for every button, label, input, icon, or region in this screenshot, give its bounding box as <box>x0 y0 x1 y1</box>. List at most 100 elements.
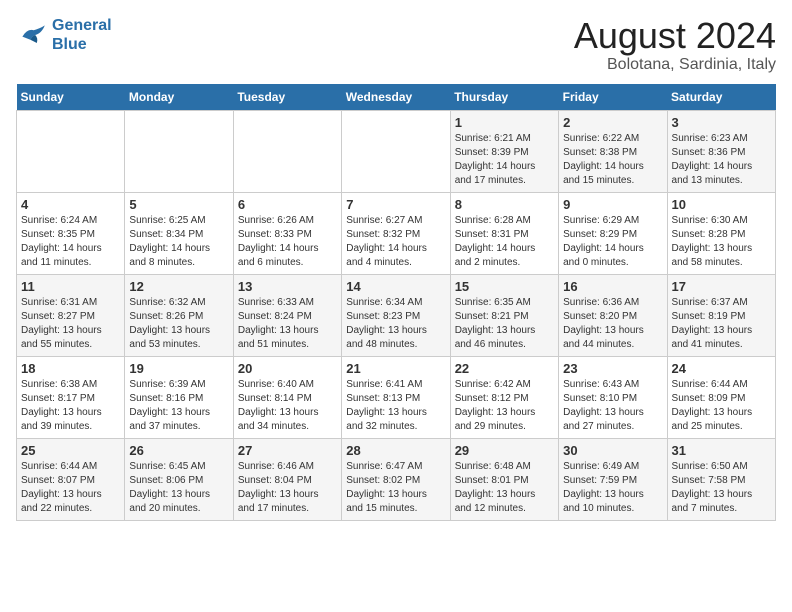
day-info: Sunrise: 6:46 AM Sunset: 8:04 PM Dayligh… <box>238 460 337 516</box>
logo: General Blue <box>16 16 112 54</box>
day-info: Sunrise: 6:27 AM Sunset: 8:32 PM Dayligh… <box>346 214 445 270</box>
calendar-day-cell: 11 Sunrise: 6:31 AM Sunset: 8:27 PM Dayli… <box>17 274 125 356</box>
calendar-day-cell: 15 Sunrise: 6:35 AM Sunset: 8:21 PM Dayli… <box>450 274 558 356</box>
day-info: Sunrise: 6:36 AM Sunset: 8:20 PM Dayligh… <box>563 296 662 352</box>
day-number: 21 <box>346 361 445 376</box>
calendar-week-row: 18 Sunrise: 6:38 AM Sunset: 8:17 PM Dayli… <box>17 356 776 438</box>
day-info: Sunrise: 6:35 AM Sunset: 8:21 PM Dayligh… <box>455 296 554 352</box>
day-number: 5 <box>129 197 228 212</box>
calendar-day-cell: 4 Sunrise: 6:24 AM Sunset: 8:35 PM Daylig… <box>17 192 125 274</box>
calendar-day-cell: 16 Sunrise: 6:36 AM Sunset: 8:20 PM Dayli… <box>559 274 667 356</box>
day-info: Sunrise: 6:42 AM Sunset: 8:12 PM Dayligh… <box>455 378 554 434</box>
weekday-header-cell: Friday <box>559 84 667 111</box>
day-number: 20 <box>238 361 337 376</box>
day-info: Sunrise: 6:31 AM Sunset: 8:27 PM Dayligh… <box>21 296 120 352</box>
day-number: 22 <box>455 361 554 376</box>
calendar-day-cell: 20 Sunrise: 6:40 AM Sunset: 8:14 PM Dayli… <box>233 356 341 438</box>
calendar-day-cell: 10 Sunrise: 6:30 AM Sunset: 8:28 PM Dayli… <box>667 192 775 274</box>
calendar-day-cell: 26Sunrise: 6:45 AM Sunset: 8:06 PM Dayli… <box>125 438 233 520</box>
day-number: 6 <box>238 197 337 212</box>
day-number: 16 <box>563 279 662 294</box>
day-number: 26 <box>129 443 228 458</box>
calendar-day-cell: 29 Sunrise: 6:48 AM Sunset: 8:01 PM Dayli… <box>450 438 558 520</box>
day-number: 4 <box>21 197 120 212</box>
calendar-week-row: 4 Sunrise: 6:24 AM Sunset: 8:35 PM Daylig… <box>17 192 776 274</box>
calendar-day-cell: 23 Sunrise: 6:43 AM Sunset: 8:10 PM Dayli… <box>559 356 667 438</box>
calendar-subtitle: Bolotana, Sardinia, Italy <box>574 56 776 74</box>
calendar-day-cell: 1Sunrise: 6:21 AM Sunset: 8:39 PM Daylig… <box>450 110 558 192</box>
day-number: 10 <box>672 197 771 212</box>
day-number: 17 <box>672 279 771 294</box>
calendar-week-row: 11 Sunrise: 6:31 AM Sunset: 8:27 PM Dayli… <box>17 274 776 356</box>
calendar-table: SundayMondayTuesdayWednesdayThursdayFrid… <box>16 84 776 521</box>
day-number: 28 <box>346 443 445 458</box>
day-info: Sunrise: 6:50 AM Sunset: 7:58 PM Dayligh… <box>672 460 771 516</box>
day-number: 7 <box>346 197 445 212</box>
calendar-day-cell: 22 Sunrise: 6:42 AM Sunset: 8:12 PM Dayli… <box>450 356 558 438</box>
day-number: 11 <box>21 279 120 294</box>
day-info: Sunrise: 6:34 AM Sunset: 8:23 PM Dayligh… <box>346 296 445 352</box>
day-number: 31 <box>672 443 771 458</box>
page-header: General Blue August 2024 Bolotana, Sardi… <box>16 16 776 74</box>
calendar-day-cell: 14 Sunrise: 6:34 AM Sunset: 8:23 PM Dayli… <box>342 274 450 356</box>
calendar-day-cell: 12Sunrise: 6:32 AM Sunset: 8:26 PM Dayli… <box>125 274 233 356</box>
day-info: Sunrise: 6:47 AM Sunset: 8:02 PM Dayligh… <box>346 460 445 516</box>
day-info: Sunrise: 6:37 AM Sunset: 8:19 PM Dayligh… <box>672 296 771 352</box>
weekday-header-cell: Sunday <box>17 84 125 111</box>
day-number: 30 <box>563 443 662 458</box>
day-number: 1 <box>455 115 554 130</box>
calendar-day-cell: 13Sunrise: 6:33 AM Sunset: 8:24 PM Dayli… <box>233 274 341 356</box>
weekday-header-cell: Monday <box>125 84 233 111</box>
weekday-header-row: SundayMondayTuesdayWednesdayThursdayFrid… <box>17 84 776 111</box>
calendar-day-cell: 8 Sunrise: 6:28 AM Sunset: 8:31 PM Daylig… <box>450 192 558 274</box>
calendar-day-cell: 3Sunrise: 6:23 AM Sunset: 8:36 PM Daylig… <box>667 110 775 192</box>
calendar-day-cell: 25Sunrise: 6:44 AM Sunset: 8:07 PM Dayli… <box>17 438 125 520</box>
day-info: Sunrise: 6:41 AM Sunset: 8:13 PM Dayligh… <box>346 378 445 434</box>
day-info: Sunrise: 6:48 AM Sunset: 8:01 PM Dayligh… <box>455 460 554 516</box>
calendar-day-cell: 5 Sunrise: 6:25 AM Sunset: 8:34 PM Daylig… <box>125 192 233 274</box>
day-info: Sunrise: 6:32 AM Sunset: 8:26 PM Dayligh… <box>129 296 228 352</box>
day-info: Sunrise: 6:26 AM Sunset: 8:33 PM Dayligh… <box>238 214 337 270</box>
day-number: 23 <box>563 361 662 376</box>
calendar-day-cell: 7 Sunrise: 6:27 AM Sunset: 8:32 PM Daylig… <box>342 192 450 274</box>
day-number: 24 <box>672 361 771 376</box>
calendar-title: August 2024 <box>574 16 776 56</box>
weekday-header-cell: Tuesday <box>233 84 341 111</box>
day-info: Sunrise: 6:44 AM Sunset: 8:09 PM Dayligh… <box>672 378 771 434</box>
calendar-day-cell: 17 Sunrise: 6:37 AM Sunset: 8:19 PM Dayli… <box>667 274 775 356</box>
day-info: Sunrise: 6:38 AM Sunset: 8:17 PM Dayligh… <box>21 378 120 434</box>
day-number: 29 <box>455 443 554 458</box>
calendar-day-cell: 2Sunrise: 6:22 AM Sunset: 8:38 PM Daylig… <box>559 110 667 192</box>
day-info: Sunrise: 6:39 AM Sunset: 8:16 PM Dayligh… <box>129 378 228 434</box>
calendar-day-cell <box>233 110 341 192</box>
day-info: Sunrise: 6:24 AM Sunset: 8:35 PM Dayligh… <box>21 214 120 270</box>
calendar-day-cell: 21 Sunrise: 6:41 AM Sunset: 8:13 PM Dayli… <box>342 356 450 438</box>
calendar-day-cell: 30 Sunrise: 6:49 AM Sunset: 7:59 PM Dayli… <box>559 438 667 520</box>
day-info: Sunrise: 6:40 AM Sunset: 8:14 PM Dayligh… <box>238 378 337 434</box>
day-number: 18 <box>21 361 120 376</box>
day-info: Sunrise: 6:49 AM Sunset: 7:59 PM Dayligh… <box>563 460 662 516</box>
day-number: 8 <box>455 197 554 212</box>
day-number: 14 <box>346 279 445 294</box>
calendar-day-cell: 19Sunrise: 6:39 AM Sunset: 8:16 PM Dayli… <box>125 356 233 438</box>
day-number: 27 <box>238 443 337 458</box>
calendar-day-cell: 18 Sunrise: 6:38 AM Sunset: 8:17 PM Dayli… <box>17 356 125 438</box>
logo-icon <box>16 21 48 49</box>
day-number: 15 <box>455 279 554 294</box>
day-info: Sunrise: 6:23 AM Sunset: 8:36 PM Dayligh… <box>672 132 771 188</box>
day-info: Sunrise: 6:30 AM Sunset: 8:28 PM Dayligh… <box>672 214 771 270</box>
day-number: 13 <box>238 279 337 294</box>
calendar-body: 1Sunrise: 6:21 AM Sunset: 8:39 PM Daylig… <box>17 110 776 520</box>
calendar-week-row: 1Sunrise: 6:21 AM Sunset: 8:39 PM Daylig… <box>17 110 776 192</box>
day-info: Sunrise: 6:29 AM Sunset: 8:29 PM Dayligh… <box>563 214 662 270</box>
calendar-day-cell: 9Sunrise: 6:29 AM Sunset: 8:29 PM Daylig… <box>559 192 667 274</box>
day-info: Sunrise: 6:25 AM Sunset: 8:34 PM Dayligh… <box>129 214 228 270</box>
calendar-day-cell: 27 Sunrise: 6:46 AM Sunset: 8:04 PM Dayli… <box>233 438 341 520</box>
day-info: Sunrise: 6:43 AM Sunset: 8:10 PM Dayligh… <box>563 378 662 434</box>
weekday-header-cell: Thursday <box>450 84 558 111</box>
day-number: 2 <box>563 115 662 130</box>
day-info: Sunrise: 6:28 AM Sunset: 8:31 PM Dayligh… <box>455 214 554 270</box>
calendar-day-cell: 28 Sunrise: 6:47 AM Sunset: 8:02 PM Dayli… <box>342 438 450 520</box>
calendar-day-cell <box>17 110 125 192</box>
day-info: Sunrise: 6:44 AM Sunset: 8:07 PM Dayligh… <box>21 460 120 516</box>
